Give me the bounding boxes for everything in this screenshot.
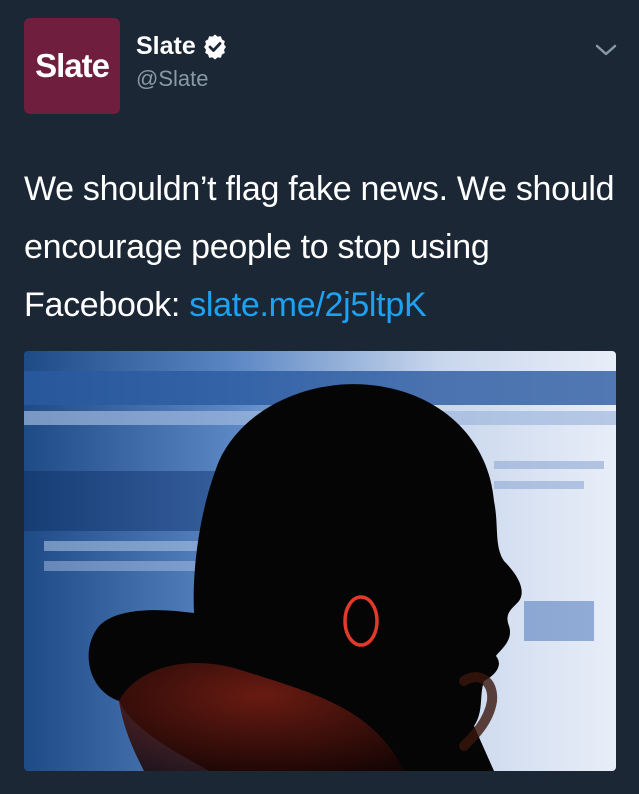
tweet-link[interactable]: slate.me/2j5ltpK [189, 286, 426, 324]
verified-badge-icon [202, 34, 228, 60]
author-handle[interactable]: @Slate [136, 66, 208, 92]
photo-illustration [24, 351, 616, 771]
chevron-down-icon[interactable] [594, 42, 618, 58]
display-name[interactable]: Slate [136, 32, 196, 61]
avatar-logo-text: Slate [35, 47, 110, 84]
avatar[interactable]: Slate [24, 18, 120, 114]
author-name-row: Slate [136, 32, 228, 61]
tweet-photo[interactable] [24, 351, 616, 771]
tweet-card: Slate Slate @Slate We shouldn’t flag fak… [0, 0, 639, 794]
tweet-body: We shouldn’t flag fake news. We should e… [24, 160, 624, 334]
